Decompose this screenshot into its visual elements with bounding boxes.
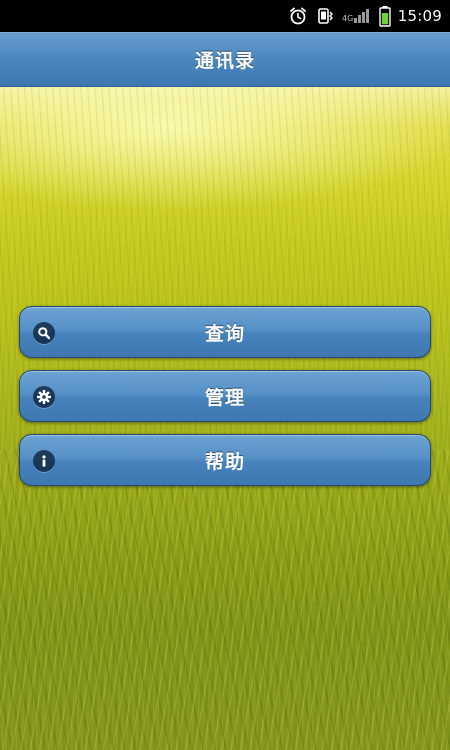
query-button[interactable]: 查询	[19, 306, 431, 358]
network-type-label: 4G	[342, 14, 353, 23]
help-button-label: 帮助	[204, 450, 245, 473]
alarm-icon	[288, 6, 308, 26]
vibrate-icon	[315, 6, 335, 26]
manage-button[interactable]: 管理	[19, 370, 431, 422]
battery-icon	[379, 5, 391, 27]
status-time: 15:09	[397, 7, 442, 25]
app-screen: 4G 15:09 通讯录 查询 管理 帮助	[0, 0, 450, 750]
page-title: 通讯录	[194, 49, 255, 72]
help-button[interactable]: 帮助	[19, 434, 431, 486]
status-icons: 4G 15:09	[288, 0, 442, 32]
main-menu: 查询 管理 帮助	[19, 306, 431, 498]
status-bar: 4G 15:09	[0, 0, 450, 32]
title-bar: 通讯录	[0, 32, 450, 87]
signal-icon: 4G	[342, 6, 372, 26]
query-button-label: 查询	[204, 322, 245, 345]
manage-button-label: 管理	[204, 386, 245, 409]
